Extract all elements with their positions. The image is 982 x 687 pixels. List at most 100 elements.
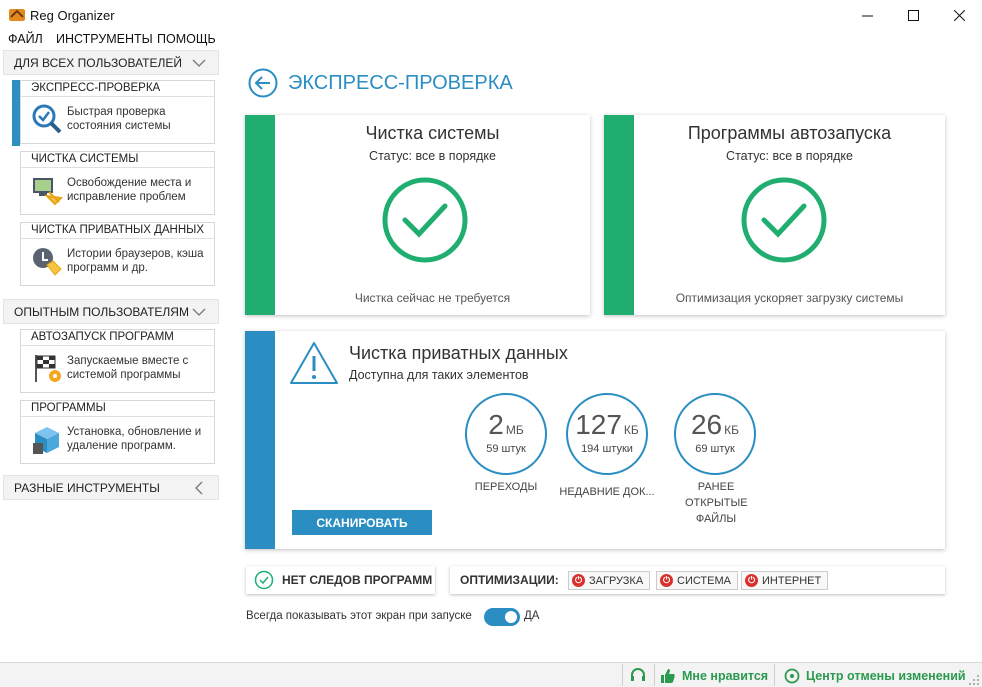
group-advanced-users[interactable]: ОПЫТНЫМ ПОЛЬЗОВАТЕЛЯМ xyxy=(3,299,219,324)
sidebar-item-desc: Освобождение места и исправление проблем xyxy=(67,177,192,203)
power-off-icon: ⏻ xyxy=(572,574,585,587)
card-accent-bar xyxy=(604,115,634,315)
stat-value: 2 xyxy=(488,409,504,440)
optimizations-label: ОПТИМИЗАЦИИ: xyxy=(460,573,559,587)
like-button[interactable]: Мне нравится xyxy=(660,668,768,684)
programs-box-icon xyxy=(33,427,59,454)
system-cleanup-icon xyxy=(33,178,63,206)
show-on-start-toggle[interactable] xyxy=(484,608,520,626)
stat-count: 69 штук xyxy=(695,443,735,455)
sidebar-item-programs[interactable]: ПРОГРАММЫ Установка, обновление и удален… xyxy=(20,400,215,464)
group-label: РАЗНЫЕ ИНСТРУМЕНТЫ xyxy=(14,480,160,495)
optimization-system-button[interactable]: ⏻ СИСТЕМА xyxy=(656,571,738,590)
group-all-users[interactable]: ДЛЯ ВСЕХ ПОЛЬЗОВАТЕЛЕЙ xyxy=(3,50,219,75)
group-label: ОПЫТНЫМ ПОЛЬЗОВАТЕЛЯМ xyxy=(14,304,189,319)
stat-value: 26 xyxy=(690,409,723,440)
card-autorun[interactable]: Программы автозапуска Статус: все в поря… xyxy=(604,115,945,315)
sidebar-item-express-check[interactable]: ЭКСПРЕСС-ПРОВЕРКА Быстрая проверка состо… xyxy=(20,80,215,144)
optimization-label: ЗАГРУЗКА xyxy=(589,574,644,587)
optimization-label: СИСТЕМА xyxy=(677,574,731,587)
show-on-start-value: ДА xyxy=(524,610,540,622)
stat-unit: МБ xyxy=(505,423,524,437)
card-subtitle: Доступна для таких элементов xyxy=(349,368,529,382)
window-title: Reg Organizer xyxy=(30,8,115,23)
stat-circle-recent-docs: 127 КБ 194 штуки xyxy=(566,393,648,475)
card-title: Чистка приватных данных xyxy=(349,343,568,363)
card-accent-bar xyxy=(245,115,275,315)
toggle-knob xyxy=(505,611,517,623)
check-circle-icon xyxy=(254,570,274,590)
sidebar-item-system-cleanup[interactable]: ЧИСТКА СИСТЕМЫ Освобождение места и испр… xyxy=(20,151,215,215)
sidebar-item-title: ПРОГРАММЫ xyxy=(21,401,214,417)
power-off-icon: ⏻ xyxy=(745,574,758,587)
card-title: Программы автозапуска xyxy=(687,123,892,143)
stat-label: НЕДАВНИЕ ДОК... xyxy=(559,486,655,498)
sidebar-item-title: ЧИСТКА ПРИВАТНЫХ ДАННЫХ xyxy=(21,223,214,239)
optimization-boot-button[interactable]: ⏻ ЗАГРУЗКА xyxy=(568,571,651,590)
back-arrow-icon[interactable] xyxy=(248,68,278,98)
card-footer: Чистка сейчас не требуется xyxy=(354,291,511,305)
chevron-down-icon xyxy=(192,308,206,316)
status-divider xyxy=(654,664,655,686)
card-accent-bar xyxy=(245,331,275,549)
sidebar-item-desc: Истории браузеров, кэша программ и др. xyxy=(67,248,204,274)
warning-triangle-icon xyxy=(290,342,338,384)
menu-file[interactable]: ФАЙЛ xyxy=(8,32,43,46)
resize-grip-icon[interactable] xyxy=(968,674,980,686)
menu-help[interactable]: ПОМОЩЬ xyxy=(157,32,216,46)
card-status: Статус: все в порядке xyxy=(726,149,853,163)
close-icon xyxy=(953,9,965,21)
optimization-internet-button[interactable]: ⏻ ИНТЕРНЕТ xyxy=(741,571,829,590)
minimize-button[interactable] xyxy=(844,0,890,30)
card-title: Чистка системы xyxy=(365,123,500,143)
status-divider xyxy=(622,664,623,686)
sidebar-item-desc: Установка, обновление и удаление програм… xyxy=(67,426,202,452)
sidebar-item-private-cleanup[interactable]: ЧИСТКА ПРИВАТНЫХ ДАННЫХ Истории браузеро… xyxy=(20,222,215,286)
close-button[interactable] xyxy=(936,0,982,30)
magnifier-check-icon xyxy=(32,104,62,134)
menu-tools[interactable]: ИНСТРУМЕНТЫ xyxy=(56,32,153,46)
card-system-cleanup[interactable]: Чистка системы Статус: все в порядке Чис… xyxy=(245,115,590,315)
check-circle-icon xyxy=(382,177,468,263)
sidebar-item-title: ЧИСТКА СИСТЕМЫ xyxy=(21,152,214,168)
stat-circle-opened-files: 26 КБ 69 штук xyxy=(674,393,756,475)
stat-circle-history: 2 МБ 59 штук xyxy=(465,393,547,475)
app-logo-icon xyxy=(9,9,25,21)
sidebar: ДЛЯ ВСЕХ ПОЛЬЗОВАТЕЛЕЙ ЭКСПРЕСС-ПРОВЕРКА… xyxy=(0,50,222,662)
headset-icon[interactable] xyxy=(630,667,646,683)
no-traces-label: НЕТ СЛЕДОВ ПРОГРАММ xyxy=(282,573,433,587)
thumbs-up-icon xyxy=(661,669,675,683)
stat-count: 59 штук xyxy=(486,443,526,455)
minimize-icon xyxy=(861,15,873,16)
page-title: ЭКСПРЕСС-ПРОВЕРКА xyxy=(288,72,513,94)
undo-center-label: Центр отмены изменений xyxy=(806,669,966,683)
sidebar-item-autorun[interactable]: АВТОЗАПУСК ПРОГРАММ Запускаемые вместе с… xyxy=(20,329,215,393)
stat-unit: КБ xyxy=(623,423,639,437)
stat-label: РАНЕЕ ОТКРЫТЫЕ ФАЙЛЫ xyxy=(685,481,748,525)
card-footer: Оптимизация ускоряет загрузку системы xyxy=(675,291,904,305)
optimization-label: ИНТЕРНЕТ xyxy=(762,574,822,587)
sidebar-item-title: ЭКСПРЕСС-ПРОВЕРКА xyxy=(21,81,214,97)
chevron-left-icon xyxy=(195,481,203,495)
group-misc-tools[interactable]: РАЗНЫЕ ИНСТРУМЕНТЫ xyxy=(3,475,219,500)
card-status: Статус: все в порядке xyxy=(369,149,496,163)
show-on-start-label: Всегда показывать этот экран при запуске xyxy=(246,610,472,622)
like-label: Мне нравится xyxy=(682,669,769,683)
maximize-icon xyxy=(907,9,919,21)
scan-button[interactable]: СКАНИРОВАТЬ xyxy=(292,510,432,535)
chevron-down-icon xyxy=(192,59,206,67)
stat-unit: КБ xyxy=(724,423,740,437)
private-cleanup-icon xyxy=(33,248,62,276)
no-traces-button[interactable]: НЕТ СЛЕДОВ ПРОГРАММ xyxy=(246,566,435,594)
maximize-button[interactable] xyxy=(890,0,936,30)
sidebar-item-desc: Быстрая проверка состояния системы xyxy=(67,106,171,132)
undo-center-button[interactable]: Центр отмены изменений xyxy=(784,668,966,684)
stat-label: ПЕРЕХОДЫ xyxy=(474,481,538,493)
title-bar xyxy=(0,0,982,30)
check-circle-icon xyxy=(741,177,827,263)
stat-value: 127 xyxy=(575,409,622,440)
sidebar-item-title: АВТОЗАПУСК ПРОГРАММ xyxy=(21,330,214,346)
sidebar-item-desc: Запускаемые вместе с системой программы xyxy=(67,355,189,381)
power-off-icon: ⏻ xyxy=(660,574,673,587)
status-divider xyxy=(774,664,775,686)
